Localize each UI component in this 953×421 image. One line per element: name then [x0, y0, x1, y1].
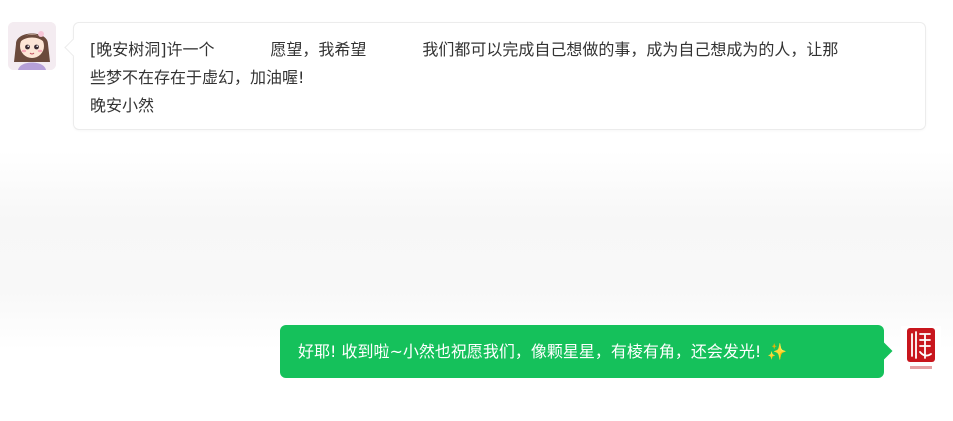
- sent-message-text: 好耶! 收到啦~小然也祝愿我们，像颗星星，有棱有角，还会发光!: [298, 342, 762, 361]
- received-message-line-2: 些梦不在存在于虚幻，加油喔!: [90, 68, 305, 87]
- sent-message-bubble[interactable]: 好耶! 收到啦~小然也祝愿我们，像颗星星，有棱有角，还会发光! ✨: [280, 325, 884, 378]
- cartoon-girl-avatar-icon: [8, 22, 56, 70]
- red-seal-logo-icon: [901, 326, 941, 374]
- received-message-bubble[interactable]: [晚安树洞]许一个 愿望，我希望 我们都可以完成自己想做的事，成为自己想成为的人…: [73, 22, 926, 130]
- user-avatar[interactable]: [901, 326, 941, 374]
- sparkle-emoji-icon: ✨: [767, 342, 788, 361]
- received-message-line-1: [晚安树洞]许一个 愿望，我希望 我们都可以完成自己想做的事，成为自己想成为的人…: [90, 40, 839, 59]
- received-message-signature: 晚安小然: [90, 96, 155, 115]
- contact-avatar[interactable]: [8, 22, 56, 70]
- chat-background: [0, 150, 953, 350]
